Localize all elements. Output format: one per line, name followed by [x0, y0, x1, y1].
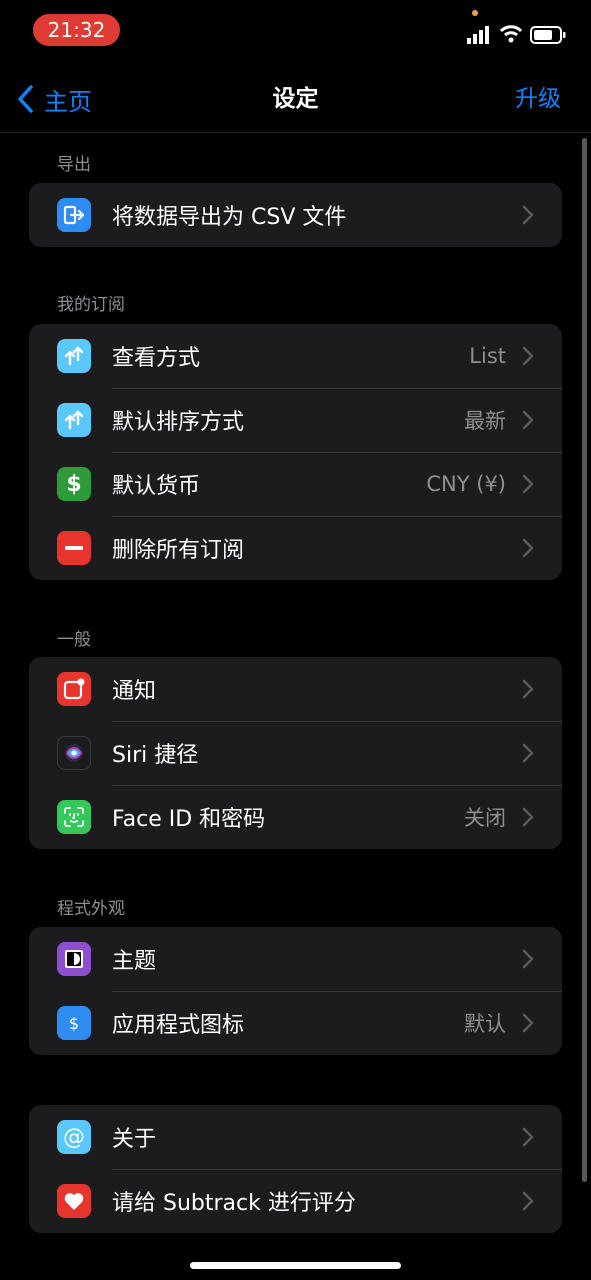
row-label: 关于 — [112, 1127, 157, 1152]
heart-icon — [57, 1184, 91, 1218]
row-label: 查看方式 — [112, 346, 201, 371]
row-label: 将数据导出为 CSV 文件 — [112, 205, 347, 230]
sort-arrows-icon — [57, 339, 91, 373]
battery-icon — [530, 26, 566, 44]
row-label: 通知 — [112, 679, 157, 704]
row-value: 默认 — [464, 1012, 506, 1036]
row-value: List — [469, 344, 506, 368]
section-header-subscriptions: 我的订阅 — [57, 295, 125, 315]
row-label: Face ID 和密码 — [112, 807, 266, 832]
row-label: 删除所有订阅 — [112, 538, 245, 563]
chevron-right-icon — [522, 679, 534, 699]
upgrade-button[interactable]: 升级 — [515, 82, 561, 116]
theme-icon — [57, 942, 91, 976]
row-about[interactable]: @ 关于 — [29, 1105, 562, 1169]
section-header-export: 导出 — [57, 155, 91, 175]
row-label: 默认排序方式 — [112, 410, 245, 435]
row-face-id[interactable]: Face ID 和密码 关闭 — [29, 785, 562, 849]
row-default-sort[interactable]: 默认排序方式 最新 — [29, 388, 562, 452]
row-default-currency[interactable]: $ 默认货币 CNY (¥) — [29, 452, 562, 516]
row-app-icon[interactable]: $ 应用程式图标 默认 — [29, 991, 562, 1055]
section-header-appearance: 程式外观 — [57, 899, 125, 919]
section-header-general: 一般 — [57, 630, 91, 650]
sort-arrows-icon — [57, 403, 91, 437]
row-label: 应用程式图标 — [112, 1013, 245, 1038]
home-indicator[interactable] — [190, 1262, 401, 1269]
notification-icon — [57, 672, 91, 706]
row-view-mode[interactable]: 查看方式 List — [29, 324, 562, 388]
chevron-right-icon — [522, 1191, 534, 1211]
row-label: Siri 捷径 — [112, 743, 199, 768]
row-theme[interactable]: 主题 — [29, 927, 562, 991]
row-value: 最新 — [464, 409, 506, 433]
scrollbar[interactable] — [582, 138, 587, 1182]
dollar-icon: $ — [57, 467, 91, 501]
group-about: @ 关于 请给 Subtrack 进行评分 — [29, 1105, 562, 1233]
page-title: 设定 — [272, 86, 319, 112]
export-icon — [57, 198, 91, 232]
mic-indicator-icon — [472, 10, 478, 16]
app-icon: $ — [57, 1006, 91, 1040]
chevron-right-icon — [522, 205, 534, 225]
row-label: 请给 Subtrack 进行评分 — [112, 1191, 356, 1216]
row-value: CNY (¥) — [426, 472, 506, 496]
status-bar: 21:32 — [0, 0, 591, 60]
at-icon: @ — [57, 1120, 91, 1154]
chevron-right-icon — [522, 474, 534, 494]
face-id-icon — [57, 800, 91, 834]
row-label: 默认货币 — [112, 474, 201, 499]
wifi-icon — [499, 25, 523, 43]
chevron-right-icon — [522, 743, 534, 763]
row-siri-shortcuts[interactable]: Siri 捷径 — [29, 721, 562, 785]
row-value: 关闭 — [464, 806, 506, 830]
navigation-bar: 主页 设定 升级 — [0, 60, 591, 133]
row-label: 主题 — [112, 949, 157, 974]
chevron-right-icon — [522, 1013, 534, 1033]
row-export-csv[interactable]: 将数据导出为 CSV 文件 — [29, 183, 562, 247]
chevron-right-icon — [522, 1127, 534, 1147]
chevron-right-icon — [522, 538, 534, 558]
group-subscriptions: 查看方式 List 默认排序方式 最新 $ 默认货币 CNY (¥) 删除所有订… — [29, 324, 562, 580]
group-export: 将数据导出为 CSV 文件 — [29, 183, 562, 247]
group-general: 通知 Siri 捷径 Face ID 和密码 关闭 — [29, 657, 562, 849]
row-notifications[interactable]: 通知 — [29, 657, 562, 721]
cellular-signal-icon — [467, 26, 489, 44]
row-delete-all[interactable]: 删除所有订阅 — [29, 516, 562, 580]
chevron-right-icon — [522, 807, 534, 827]
chevron-right-icon — [522, 346, 534, 366]
group-appearance: 主题 $ 应用程式图标 默认 — [29, 927, 562, 1055]
minus-icon — [57, 531, 91, 565]
status-time: 21:32 — [33, 14, 120, 46]
row-rate-app[interactable]: 请给 Subtrack 进行评分 — [29, 1169, 562, 1233]
chevron-right-icon — [522, 949, 534, 969]
chevron-right-icon — [522, 410, 534, 430]
siri-icon — [57, 736, 91, 770]
